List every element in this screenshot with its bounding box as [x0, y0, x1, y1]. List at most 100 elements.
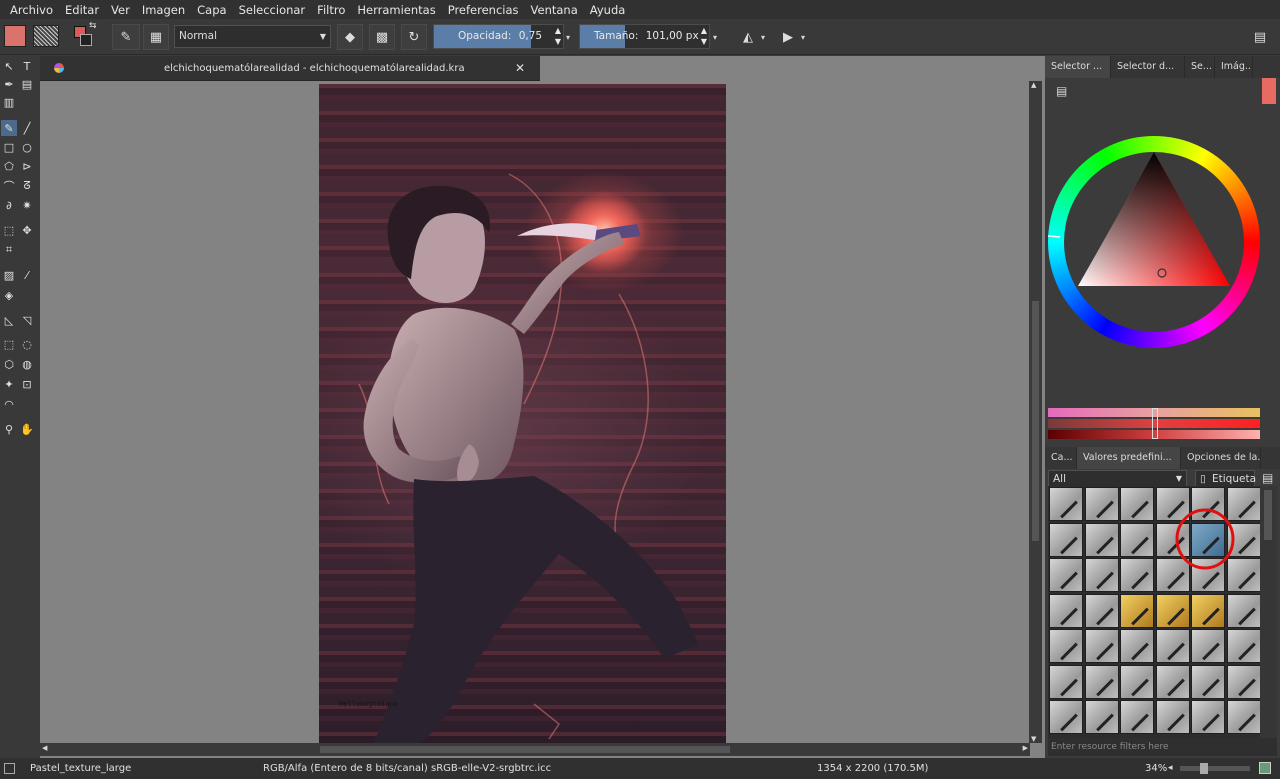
palette-color-swatch[interactable] [1262, 78, 1276, 104]
eraser-mode-button[interactable]: ◆ [337, 24, 363, 50]
tab-selector-1[interactable]: Selector ... [1045, 56, 1111, 78]
workspace-button[interactable]: ▤ [1247, 24, 1273, 50]
canvas-only-icon[interactable] [1259, 762, 1271, 774]
rectangle-tool[interactable]: □ [1, 139, 17, 155]
brush-preset[interactable] [1049, 487, 1083, 521]
brush-preset[interactable] [1155, 629, 1190, 663]
fill-tool[interactable]: ◈ [1, 287, 17, 303]
polygon-select-tool[interactable]: ⬡ [1, 356, 17, 372]
brush-preset[interactable] [1155, 522, 1190, 557]
dynamic-brush-tool[interactable]: ∂ [1, 197, 17, 213]
brush-preset[interactable] [1191, 700, 1225, 734]
preset-scroll-thumb[interactable] [1264, 490, 1272, 540]
brush-preset[interactable] [1226, 558, 1261, 592]
calligraphy-tool[interactable]: ▤ [19, 76, 35, 92]
preset-scrollbar[interactable] [1260, 486, 1277, 738]
brush-preset[interactable] [1155, 487, 1190, 521]
ellipse-tool[interactable]: ○ [19, 139, 35, 155]
menu-ayuda[interactable]: Ayuda [584, 3, 632, 17]
rect-select-tool[interactable]: ⬚ [1, 336, 17, 352]
tab-se[interactable]: Se... [1185, 56, 1215, 78]
menu-editar[interactable]: Editar [59, 3, 105, 17]
chevron-down-icon[interactable]: ▾ [801, 33, 805, 42]
brush-preset[interactable] [1120, 558, 1154, 592]
brush-preset[interactable] [1226, 700, 1261, 734]
brush-preset[interactable] [1049, 664, 1083, 699]
brush-preset[interactable] [1226, 487, 1261, 521]
tab-opciones[interactable]: Opciones de la... [1181, 447, 1261, 469]
tab-imagen[interactable]: Imág... [1215, 56, 1253, 78]
brush-preset[interactable] [1049, 629, 1083, 663]
scroll-left-icon[interactable]: ◀ [42, 744, 47, 752]
menu-archivo[interactable]: Archivo [4, 3, 59, 17]
preset-menu-icon[interactable]: ▤ [1262, 471, 1273, 485]
menu-ver[interactable]: Ver [105, 3, 136, 17]
brush-preset[interactable] [1049, 522, 1083, 557]
brush-preset[interactable] [1120, 629, 1154, 663]
size-menu-icon[interactable]: ▾ [713, 33, 717, 42]
tab-valores-predefinidos[interactable]: Valores predefini... [1077, 447, 1181, 469]
document-tab[interactable]: elchichoquematólarealidad - elchichoquem… [40, 56, 540, 81]
color-slider-handle[interactable] [1152, 408, 1158, 439]
ellipse-select-tool[interactable]: ◌ [19, 336, 35, 352]
brush-preset[interactable] [1120, 487, 1154, 521]
pattern-swatch[interactable] [33, 25, 59, 47]
scroll-down-icon[interactable]: ▼ [1031, 735, 1036, 743]
transform-tool[interactable]: ⬚ [1, 222, 17, 238]
zoom-tool[interactable]: ⚲ [1, 421, 17, 437]
line-tool[interactable]: ╱ [19, 120, 35, 136]
menu-preferencias[interactable]: Preferencias [442, 3, 525, 17]
brush-preset[interactable] [1049, 593, 1083, 628]
brush-preset[interactable] [1226, 522, 1261, 557]
brush-preset[interactable] [1155, 593, 1190, 628]
tab-selector-2[interactable]: Selector d... [1111, 56, 1185, 78]
saturation-value-triangle[interactable] [1048, 136, 1260, 348]
brush-preset[interactable] [1191, 629, 1225, 663]
magic-wand-tool[interactable]: ✦ [1, 376, 17, 392]
brush-preset[interactable] [1226, 629, 1261, 663]
canvas[interactable]: Hellobogtaiana [319, 84, 726, 743]
settings-icon[interactable]: ▤ [1056, 84, 1067, 98]
foreground-color-swatch[interactable] [4, 25, 26, 47]
bezier-tool[interactable]: ⌒ [1, 178, 17, 194]
brush-preset[interactable] [1084, 700, 1119, 734]
zoom-slider-handle[interactable] [1200, 763, 1208, 774]
menu-seleccionar[interactable]: Seleccionar [233, 3, 312, 17]
horizontal-scroll-thumb[interactable] [320, 746, 730, 753]
brush-preset[interactable] [1155, 664, 1190, 699]
brush-preset[interactable] [1191, 593, 1225, 628]
brush-preset[interactable] [1191, 664, 1225, 699]
gradient-tool[interactable]: ▨ [1, 267, 17, 283]
brush-preset[interactable] [1191, 558, 1225, 592]
swap-colors-icon[interactable]: ⇆ [89, 21, 97, 31]
brush-preset[interactable] [1226, 664, 1261, 699]
assistant-tool[interactable]: ◺ [1, 312, 17, 328]
multibrush-tool[interactable]: ✷ [19, 197, 35, 213]
opacity-slider[interactable]: Opacidad: 0,75 ▲ ▼ [433, 24, 564, 49]
move-tool[interactable]: ✥ [19, 222, 35, 238]
color-picker-tool[interactable]: ⁄ [19, 267, 35, 283]
brush-preset-button[interactable]: ✎ [112, 24, 140, 50]
menu-herramientas[interactable]: Herramientas [351, 3, 441, 17]
fg-bg-color-selector[interactable]: ⇆ [72, 21, 100, 50]
chevron-down-icon[interactable]: ▾ [761, 33, 765, 42]
brush-preset[interactable] [1120, 522, 1154, 557]
preserve-alpha-button[interactable]: ▩ [369, 24, 395, 50]
spin-arrows-icon[interactable]: ▲ ▼ [555, 25, 561, 47]
blend-mode-select[interactable]: Normal ▼ [174, 25, 331, 48]
edit-shapes-tool[interactable]: ✒ [1, 76, 17, 92]
freehand-brush-tool[interactable]: ✎ [1, 120, 17, 136]
opacity-menu-icon[interactable]: ▾ [566, 33, 570, 42]
brush-preset[interactable] [1120, 700, 1154, 734]
close-icon[interactable]: ✕ [515, 56, 525, 81]
tab-capas[interactable]: Ca... [1045, 447, 1077, 469]
pan-tool[interactable]: ✋ [19, 421, 35, 437]
menu-filtro[interactable]: Filtro [311, 3, 351, 17]
mirror-horizontal-button[interactable]: ◭ [735, 24, 761, 50]
freehand-path-tool[interactable]: ᘔ [19, 178, 35, 194]
polyline-tool[interactable]: ⊳ [19, 158, 35, 174]
zoom-slider[interactable] [1180, 763, 1250, 774]
brush-preset[interactable] [1084, 664, 1119, 699]
scroll-up-icon[interactable]: ▲ [1031, 81, 1036, 89]
menu-ventana[interactable]: Ventana [525, 3, 584, 17]
